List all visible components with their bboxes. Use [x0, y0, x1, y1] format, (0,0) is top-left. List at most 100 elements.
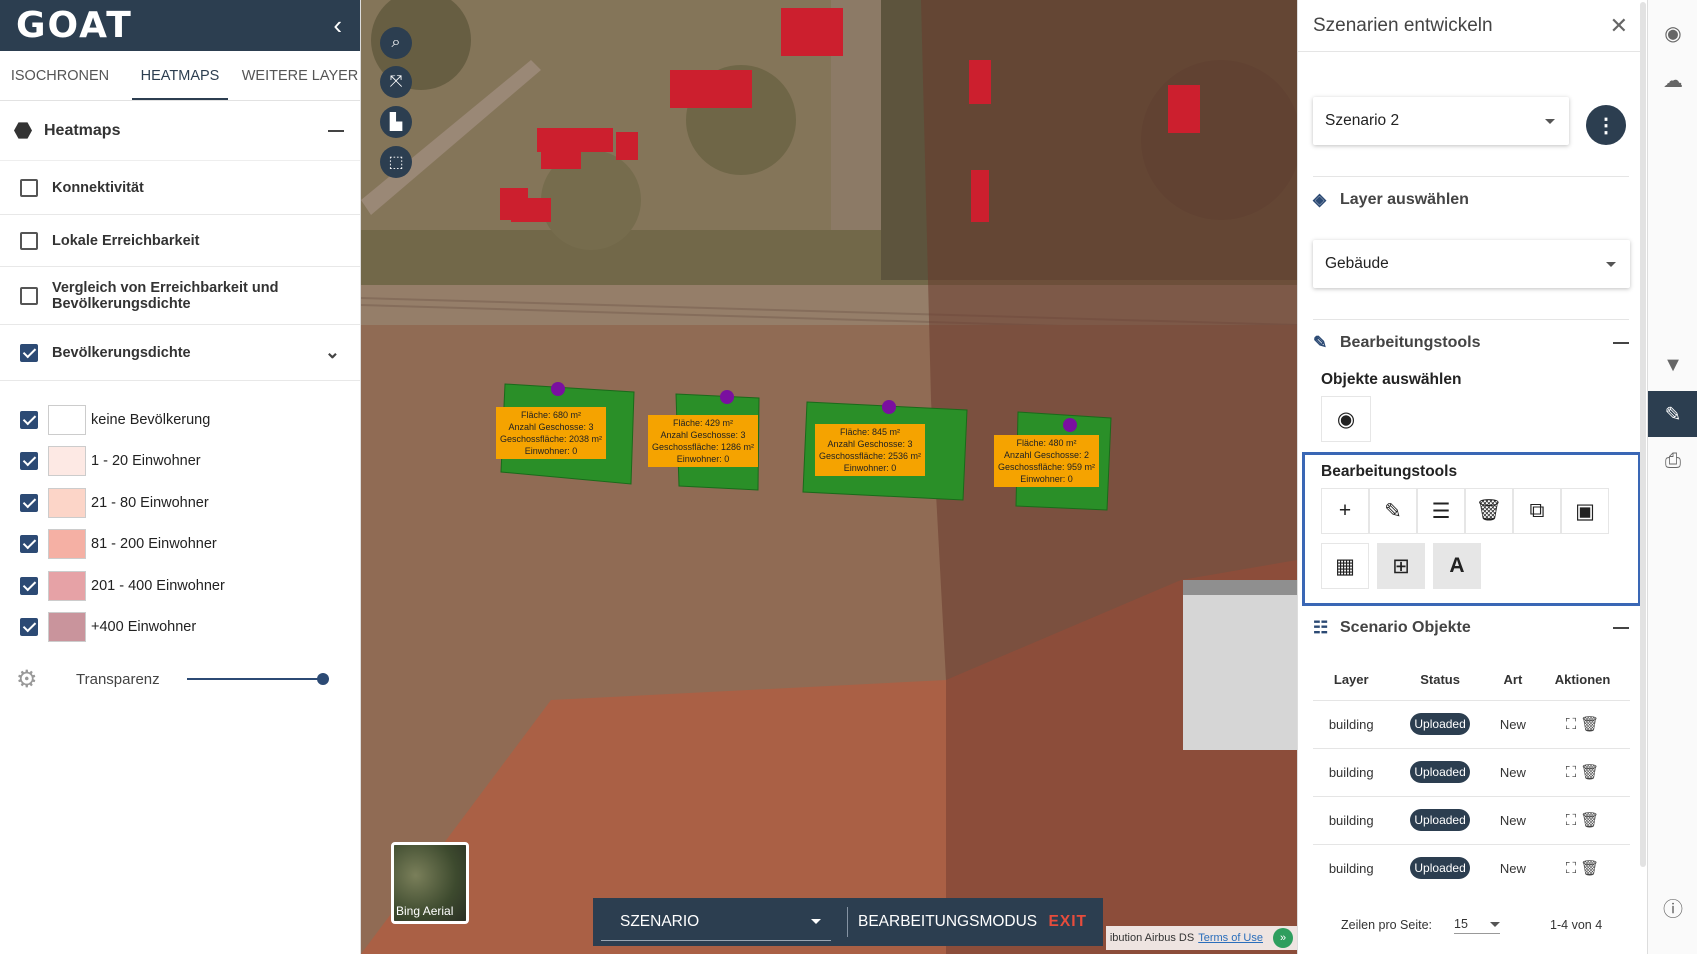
logo-bar: GOAT ‹	[0, 0, 360, 51]
modify-tool-button[interactable]: ✎	[1369, 488, 1417, 534]
rows-per-page-select[interactable]: 15	[1454, 915, 1501, 934]
transparency-slider[interactable]	[187, 672, 329, 686]
zoom-to-icon[interactable]: ⛶	[1566, 716, 1577, 733]
column-header[interactable]: Art	[1491, 660, 1535, 700]
more-options-button[interactable]: ⋮	[1586, 105, 1626, 145]
search-icon: ⌕	[391, 34, 401, 51]
transparency-control: ⚙ Transparenz	[0, 654, 360, 704]
checkbox-checked[interactable]	[20, 452, 38, 471]
layer-row-vergleich[interactable]: Vergleich von Erreichbarkeit und Bevölke…	[0, 267, 360, 325]
heatmaps-header[interactable]: Heatmaps	[0, 101, 360, 161]
color-swatch	[48, 487, 86, 518]
checkbox-checked[interactable]	[20, 410, 38, 429]
account-icon[interactable]: ◉	[1648, 10, 1697, 56]
building-label: Fläche: 429 m² Anzahl Geschosse: 3 Gesch…	[648, 415, 759, 467]
checkbox-checked[interactable]	[20, 576, 38, 595]
radio-target-icon: ◉	[1336, 407, 1356, 431]
objects-section-header[interactable]: ☷ Scenario Objekte	[1313, 618, 1629, 638]
delete-tool-button[interactable]: 🗑	[1465, 488, 1513, 534]
collapse-minus-icon[interactable]	[1613, 342, 1629, 344]
info-icon[interactable]: ⓘ	[1648, 884, 1697, 930]
layer-row-bevoelkerungsdichte[interactable]: Bevölkerungsdichte ⌄	[0, 325, 360, 381]
cloud-icon[interactable]: ☁	[1648, 57, 1697, 103]
status-badge: Uploaded	[1410, 761, 1470, 783]
checkbox-checked[interactable]	[20, 535, 38, 554]
actions-cell: ⛶ 🗑	[1535, 843, 1630, 892]
terms-link[interactable]: Terms of Use	[1198, 932, 1263, 944]
checkbox-checked[interactable]	[20, 618, 38, 637]
collapse-minus-icon[interactable]	[328, 129, 344, 132]
status-badge: Uploaded	[1410, 857, 1470, 880]
collapse-panel-icon[interactable]: ‹	[333, 10, 342, 41]
tab-isochronen[interactable]: ISOCHRONEN	[0, 51, 120, 100]
tools-section-header[interactable]: ✎ Bearbeitungstools	[1313, 333, 1629, 353]
attribution-text: ibution Airbus DS	[1109, 932, 1195, 944]
close-icon[interactable]: ✕	[1610, 13, 1628, 39]
attributes-tool-button[interactable]: ☰	[1417, 488, 1465, 534]
edit-scenario-icon[interactable]: ✎	[1648, 391, 1697, 437]
legend-item[interactable]: 21 - 80 Einwohner	[0, 482, 360, 524]
checkbox[interactable]	[20, 231, 38, 250]
panel-scrollbar[interactable]	[1640, 2, 1646, 867]
layer-row-konnektivitaet[interactable]: Konnektivität	[0, 161, 360, 215]
tab-bar: ISOCHRONEN HEATMAPS WEITERE LAYER	[0, 51, 360, 101]
building-tool-button[interactable]: ▦	[1321, 543, 1369, 589]
grid-icon: ⊞	[1392, 554, 1410, 578]
map-style-button[interactable]: ⬚	[380, 146, 412, 178]
filter-icon[interactable]: ▼	[1648, 342, 1697, 388]
exit-button[interactable]: EXIT	[1049, 913, 1087, 931]
column-header[interactable]: Layer	[1313, 660, 1389, 700]
column-header[interactable]: Status	[1389, 660, 1490, 700]
checkbox-checked[interactable]	[20, 343, 38, 362]
scenario-dropdown[interactable]: Szenario 2	[1313, 97, 1569, 145]
zoom-to-icon[interactable]: ⛶	[1566, 860, 1577, 877]
app-logo: GOAT	[16, 5, 133, 46]
collapse-minus-icon[interactable]	[1613, 627, 1629, 629]
measure-button[interactable]: ▙	[380, 106, 412, 138]
expand-attribution-icon[interactable]: »	[1273, 928, 1293, 948]
legend-label: 21 - 80 Einwohner	[91, 494, 209, 511]
copy-tool-button[interactable]: ⧉	[1513, 488, 1561, 534]
fullscreen-button[interactable]: ⤧	[380, 66, 412, 98]
layer-row-lokale-erreichbarkeit[interactable]: Lokale Erreichbarkeit	[0, 215, 360, 267]
upload-tool-button[interactable]: ▣	[1561, 488, 1609, 534]
zoom-to-icon[interactable]: ⛶	[1566, 812, 1577, 829]
trash-icon[interactable]: 🗑	[1580, 860, 1599, 877]
trash-icon[interactable]: 🗑	[1580, 716, 1599, 733]
select-tool-button[interactable]: ◉	[1321, 396, 1371, 442]
tab-heatmaps[interactable]: HEATMAPS	[120, 51, 240, 100]
checkbox[interactable]	[20, 286, 38, 305]
scenario-select[interactable]: SZENARIO	[601, 903, 831, 941]
trash-icon[interactable]: 🗑	[1580, 764, 1599, 781]
legend-item[interactable]: keine Bevölkerung	[0, 399, 360, 441]
chevron-down-icon[interactable]: ⌄	[325, 342, 340, 363]
copy-icon: ⧉	[1529, 499, 1545, 522]
draw-tool-button[interactable]: +	[1321, 488, 1369, 534]
label-tool-button[interactable]: A	[1433, 543, 1481, 589]
legend-item[interactable]: +400 Einwohner	[0, 607, 360, 649]
trash-icon[interactable]: 🗑	[1580, 812, 1599, 829]
hexagon-icon	[14, 122, 32, 139]
basemap-switcher[interactable]: Bing Aerial	[391, 842, 469, 924]
dropdown-caret-icon	[1606, 261, 1616, 267]
scenario-objects-table: Layer Status Art Aktionen building Upload…	[1313, 660, 1630, 892]
zoom-to-icon[interactable]: ⛶	[1566, 764, 1577, 781]
search-map-button[interactable]: ⌕	[380, 27, 412, 59]
tab-weitere-layer[interactable]: WEITERE LAYER	[240, 51, 360, 100]
grid-tool-button[interactable]: ⊞	[1377, 543, 1425, 589]
select-objects-label: Objekte auswählen	[1321, 371, 1629, 389]
layer-dropdown[interactable]: Gebäude	[1313, 240, 1630, 288]
slider-thumb[interactable]	[317, 673, 329, 685]
checkbox-checked[interactable]	[20, 493, 38, 512]
legend-item[interactable]: 81 - 200 Einwohner	[0, 524, 360, 566]
status-cell: Uploaded	[1389, 699, 1491, 748]
legend-item[interactable]: 201 - 400 Einwohner	[0, 565, 360, 607]
checkbox[interactable]	[20, 178, 38, 197]
legend-item[interactable]: 1 - 20 Einwohner	[0, 441, 360, 483]
map-imagery	[361, 0, 1297, 954]
gear-icon[interactable]: ⚙	[16, 665, 42, 694]
actions-cell: ⛶ 🗑	[1535, 795, 1630, 844]
map-view[interactable]: Fläche: 680 m² Anzahl Geschosse: 3 Gesch…	[361, 0, 1297, 954]
objects-section-title: Scenario Objekte	[1340, 619, 1471, 636]
print-icon[interactable]: ⎙	[1648, 438, 1697, 484]
